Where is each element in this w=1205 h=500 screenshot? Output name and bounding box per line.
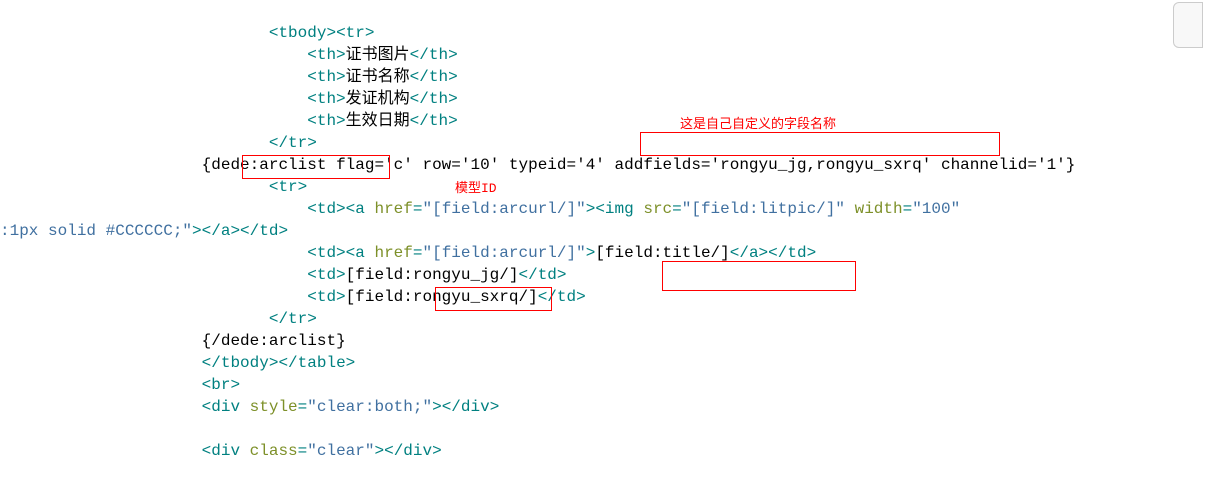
tag: <th>: [307, 90, 345, 108]
tag: <div: [202, 442, 240, 460]
tag: </th>: [410, 46, 458, 64]
tag: </th>: [410, 68, 458, 86]
tag: </a>: [202, 222, 240, 240]
text: 证书图片: [346, 46, 410, 64]
string: "[field:litpic/]": [682, 200, 845, 218]
text: [field:title/]: [595, 244, 729, 262]
tag: </div>: [442, 398, 500, 416]
page-curl-icon: [1173, 2, 1203, 48]
tag: =: [903, 200, 913, 218]
tag: >: [192, 222, 202, 240]
text: 证书名称: [346, 68, 410, 86]
text: 发证机构: [346, 90, 410, 108]
string: "[field:arcurl/]": [422, 244, 585, 262]
tag: <td>: [307, 288, 345, 306]
tag: </th>: [410, 90, 458, 108]
tag: >: [432, 398, 442, 416]
attr: href: [365, 200, 413, 218]
tag: =: [672, 200, 682, 218]
attr: src: [634, 200, 672, 218]
template-directive: {dede:arclist flag='c' row='10' typeid='…: [202, 156, 1076, 174]
tag: >: [374, 442, 384, 460]
template-directive: {/dede:arclist}: [202, 332, 346, 350]
tag: <td>: [307, 244, 345, 262]
tag: <img: [595, 200, 633, 218]
string: "clear": [307, 442, 374, 460]
attr: href: [365, 244, 413, 262]
tag: </a>: [730, 244, 768, 262]
text: 生效日期: [346, 112, 410, 130]
tag: <div: [202, 398, 240, 416]
tag: <th>: [307, 68, 345, 86]
tag: </tr>: [269, 310, 317, 328]
string: "100": [912, 200, 960, 218]
attr: width: [845, 200, 903, 218]
tag: <tr>: [269, 178, 307, 196]
tag: <tr>: [336, 24, 374, 42]
tag: >: [586, 200, 596, 218]
tag: <th>: [307, 46, 345, 64]
tag: </th>: [410, 112, 458, 130]
tag: <br>: [202, 376, 240, 394]
tag: <td>: [307, 266, 345, 284]
string: "[field:arcurl/]": [422, 200, 585, 218]
tag: </tr>: [269, 134, 317, 152]
string: :1px solid #CCCCCC;": [0, 222, 192, 240]
tag: =: [298, 442, 308, 460]
tag: </div>: [384, 442, 442, 460]
tag: </td>: [538, 288, 586, 306]
tag: </tbody>: [202, 354, 279, 372]
tag: <th>: [307, 112, 345, 130]
attr: style: [240, 398, 298, 416]
tag: >: [586, 244, 596, 262]
tag: </td>: [518, 266, 566, 284]
tag: <tbody>: [269, 24, 336, 42]
tag: </td>: [768, 244, 816, 262]
text: [field:rongyu_sxrq/]: [346, 288, 538, 306]
tag: </td>: [240, 222, 288, 240]
tag: <a: [346, 200, 365, 218]
tag: <td>: [307, 200, 345, 218]
tag: </table>: [278, 354, 355, 372]
text: [field:rongyu_jg/]: [346, 266, 519, 284]
attr: class: [240, 442, 298, 460]
tag: <a: [346, 244, 365, 262]
tag: =: [298, 398, 308, 416]
code-block: <tbody><tr> <th>证书图片</th> <th>证书名称</th> …: [0, 0, 1075, 462]
string: "clear:both;": [307, 398, 432, 416]
